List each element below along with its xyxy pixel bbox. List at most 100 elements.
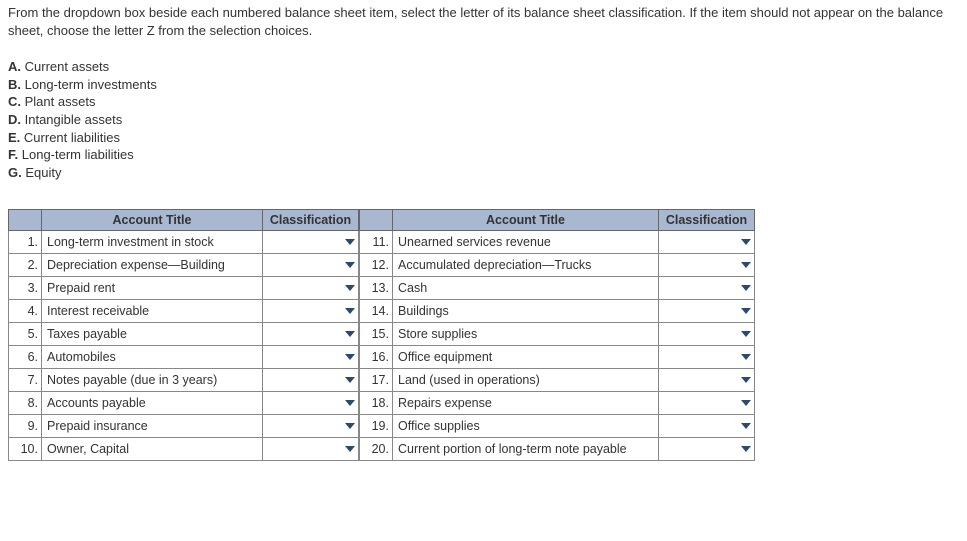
chevron-down-icon	[741, 446, 751, 452]
classification-dropdown[interactable]	[263, 323, 358, 345]
classification-dropdown[interactable]	[659, 231, 754, 253]
account-title-cell: Owner, Capital	[42, 438, 263, 461]
legend-text: Intangible assets	[25, 112, 123, 127]
col-account-title-header: Account Title	[393, 210, 659, 231]
row-number: 20.	[360, 438, 393, 461]
table-row: 6. Automobiles	[9, 346, 359, 369]
table-row: 2. Depreciation expense—Building	[9, 254, 359, 277]
account-title-cell: Automobiles	[42, 346, 263, 369]
classification-dropdown[interactable]	[659, 346, 754, 368]
account-title-cell: Accounts payable	[42, 392, 263, 415]
classification-dropdown[interactable]	[659, 369, 754, 391]
legend-text: Current liabilities	[24, 130, 120, 145]
col-number-header	[360, 210, 393, 231]
row-number: 4.	[9, 300, 42, 323]
chevron-down-icon	[741, 239, 751, 245]
table-row: 4. Interest receivable	[9, 300, 359, 323]
account-title-cell: Prepaid insurance	[42, 415, 263, 438]
row-number: 7.	[9, 369, 42, 392]
classification-legend: A. Current assets B. Long-term investmen…	[8, 58, 959, 181]
chevron-down-icon	[345, 354, 355, 360]
right-table: Account Title Classification 11. Unearne…	[359, 209, 755, 461]
chevron-down-icon	[345, 285, 355, 291]
account-title-cell: Buildings	[393, 300, 659, 323]
classification-dropdown[interactable]	[263, 277, 358, 299]
tables-container: Account Title Classification 1. Long-ter…	[8, 209, 959, 461]
col-number-header	[9, 210, 42, 231]
row-number: 1.	[9, 231, 42, 254]
classification-dropdown[interactable]	[263, 415, 358, 437]
chevron-down-icon	[345, 239, 355, 245]
classification-dropdown[interactable]	[263, 346, 358, 368]
legend-letter: A.	[8, 59, 21, 74]
classification-dropdown[interactable]	[263, 254, 358, 276]
classification-dropdown[interactable]	[263, 369, 358, 391]
left-table: Account Title Classification 1. Long-ter…	[8, 209, 359, 461]
chevron-down-icon	[345, 400, 355, 406]
account-title-cell: Land (used in operations)	[393, 369, 659, 392]
classification-dropdown[interactable]	[659, 323, 754, 345]
legend-letter: F.	[8, 147, 18, 162]
row-number: 11.	[360, 231, 393, 254]
legend-letter: B.	[8, 77, 21, 92]
table-row: 16. Office equipment	[360, 346, 755, 369]
table-row: 20. Current portion of long-term note pa…	[360, 438, 755, 461]
chevron-down-icon	[741, 423, 751, 429]
account-title-cell: Repairs expense	[393, 392, 659, 415]
chevron-down-icon	[741, 285, 751, 291]
table-row: 19. Office supplies	[360, 415, 755, 438]
chevron-down-icon	[345, 377, 355, 383]
table-row: 1. Long-term investment in stock	[9, 231, 359, 254]
chevron-down-icon	[345, 423, 355, 429]
account-title-cell: Depreciation expense—Building	[42, 254, 263, 277]
row-number: 14.	[360, 300, 393, 323]
classification-dropdown[interactable]	[263, 392, 358, 414]
classification-dropdown[interactable]	[659, 277, 754, 299]
classification-dropdown[interactable]	[659, 438, 754, 460]
table-row: 3. Prepaid rent	[9, 277, 359, 300]
legend-letter: C.	[8, 94, 21, 109]
account-title-cell: Office equipment	[393, 346, 659, 369]
classification-dropdown[interactable]	[659, 254, 754, 276]
row-number: 13.	[360, 277, 393, 300]
account-title-cell: Prepaid rent	[42, 277, 263, 300]
legend-letter: G.	[8, 165, 22, 180]
account-title-cell: Cash	[393, 277, 659, 300]
classification-dropdown[interactable]	[263, 231, 358, 253]
classification-dropdown[interactable]	[263, 438, 358, 460]
col-account-title-header: Account Title	[42, 210, 263, 231]
chevron-down-icon	[741, 400, 751, 406]
account-title-cell: Store supplies	[393, 323, 659, 346]
account-title-cell: Accumulated depreciation—Trucks	[393, 254, 659, 277]
table-row: 18. Repairs expense	[360, 392, 755, 415]
chevron-down-icon	[741, 308, 751, 314]
row-number: 15.	[360, 323, 393, 346]
chevron-down-icon	[345, 308, 355, 314]
legend-text: Long-term liabilities	[22, 147, 134, 162]
legend-text: Long-term investments	[25, 77, 157, 92]
table-row: 12. Accumulated depreciation—Trucks	[360, 254, 755, 277]
row-number: 18.	[360, 392, 393, 415]
classification-dropdown[interactable]	[263, 300, 358, 322]
chevron-down-icon	[741, 331, 751, 337]
classification-dropdown[interactable]	[659, 415, 754, 437]
chevron-down-icon	[345, 446, 355, 452]
col-classification-header: Classification	[263, 210, 359, 231]
row-number: 6.	[9, 346, 42, 369]
table-row: 15. Store supplies	[360, 323, 755, 346]
classification-dropdown[interactable]	[659, 300, 754, 322]
table-row: 7. Notes payable (due in 3 years)	[9, 369, 359, 392]
account-title-cell: Unearned services revenue	[393, 231, 659, 254]
chevron-down-icon	[345, 262, 355, 268]
table-row: 10. Owner, Capital	[9, 438, 359, 461]
legend-letter: E.	[8, 130, 20, 145]
account-title-cell: Long-term investment in stock	[42, 231, 263, 254]
legend-text: Plant assets	[25, 94, 96, 109]
table-row: 13. Cash	[360, 277, 755, 300]
row-number: 2.	[9, 254, 42, 277]
row-number: 19.	[360, 415, 393, 438]
row-number: 16.	[360, 346, 393, 369]
table-row: 9. Prepaid insurance	[9, 415, 359, 438]
table-row: 11. Unearned services revenue	[360, 231, 755, 254]
classification-dropdown[interactable]	[659, 392, 754, 414]
